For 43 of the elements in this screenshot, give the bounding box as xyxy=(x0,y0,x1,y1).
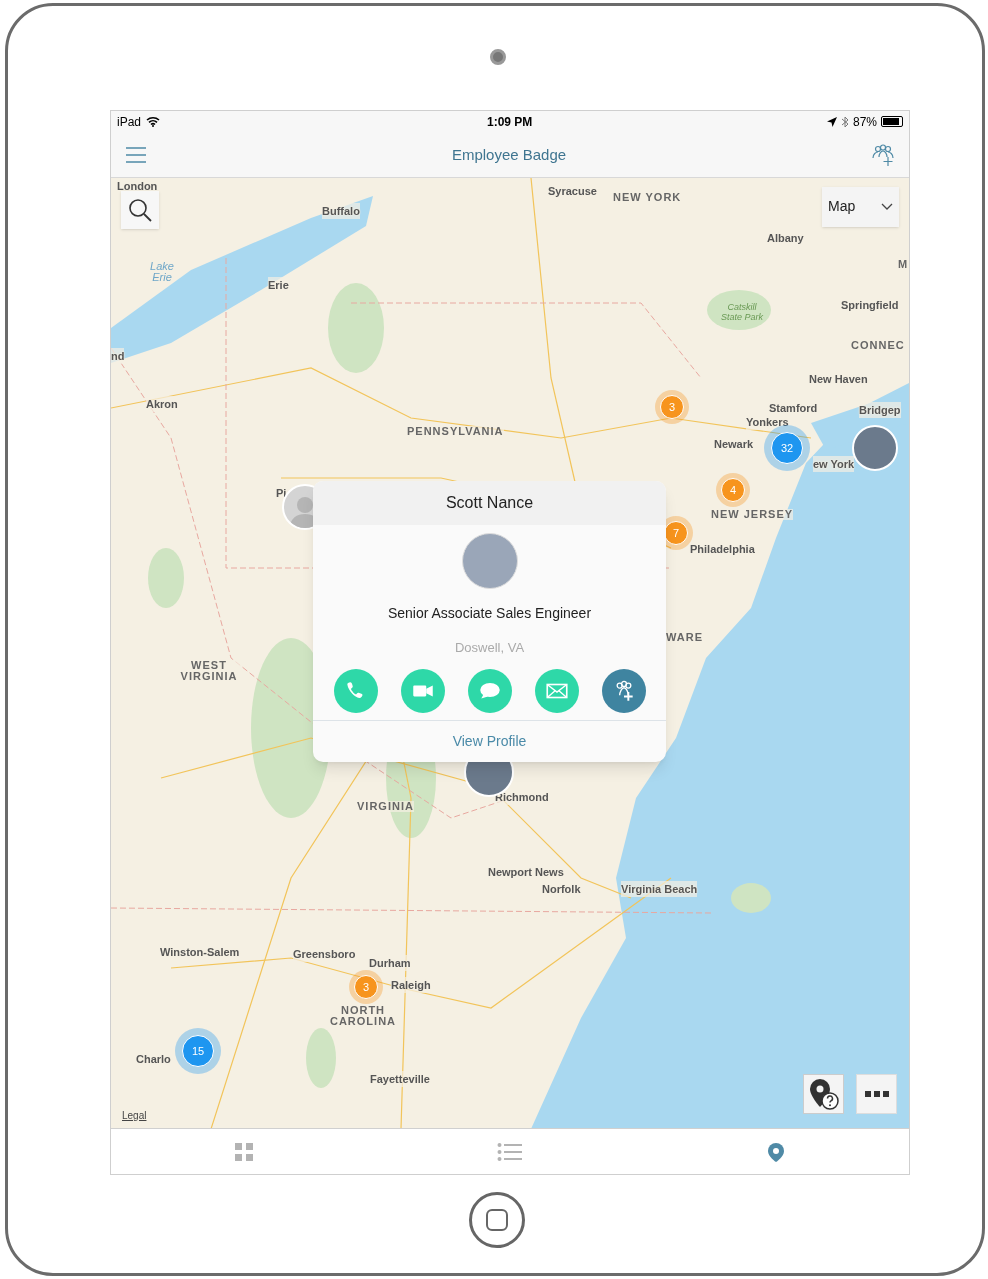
map-label: VIRGINIA xyxy=(357,800,414,812)
search-icon xyxy=(128,197,152,222)
map-label: NEW JERSEY xyxy=(711,508,794,520)
map-label: WARE xyxy=(666,631,703,643)
location-text: Doswell, VA xyxy=(454,638,525,657)
pin-question-icon xyxy=(807,1076,840,1111)
location-arrow-icon xyxy=(826,117,837,127)
battery-percent-text: 87% xyxy=(852,114,877,131)
cluster-marker[interactable]: 15 xyxy=(175,1027,221,1074)
bluetooth-icon xyxy=(840,116,849,128)
map-label: CONNEC xyxy=(851,339,905,351)
camera-icon xyxy=(490,49,506,65)
map-label: M xyxy=(898,258,909,270)
map-label: Lake Erie xyxy=(149,260,175,283)
map-label: NORTH CAROLINA xyxy=(328,1004,398,1027)
map-label: Catskill State Park xyxy=(720,301,764,322)
home-button[interactable] xyxy=(469,1192,525,1248)
cluster-marker[interactable]: 4 xyxy=(716,472,750,507)
map-label: PENNSYLVANIA xyxy=(407,425,504,437)
park-area xyxy=(306,1027,336,1088)
job-title: Senior Associate Sales Engineer xyxy=(387,603,592,623)
more-button[interactable] xyxy=(856,1073,897,1114)
map-label: WEST VIRGINIA xyxy=(177,659,241,682)
map-label: NEW YORK xyxy=(613,191,682,203)
view-profile-link[interactable]: View Profile xyxy=(452,721,527,763)
clock-text: 1:09 PM xyxy=(487,114,533,131)
carrier-text: iPad xyxy=(117,114,142,131)
park-area xyxy=(731,882,771,913)
wifi-icon xyxy=(146,116,161,128)
pin-help-button[interactable] xyxy=(803,1073,844,1114)
menu-icon[interactable] xyxy=(125,145,147,164)
map-type-dropdown[interactable]: Map xyxy=(822,186,899,227)
chevron-down-icon xyxy=(881,202,893,211)
park-area xyxy=(148,547,184,608)
more-icon xyxy=(864,1090,889,1097)
person-name: Scott Nance xyxy=(445,492,534,513)
cluster-marker[interactable]: 3 xyxy=(349,969,383,1004)
screen-title: Employee Badge xyxy=(451,144,567,165)
legal-link[interactable]: Legal xyxy=(122,1107,147,1123)
park-area xyxy=(707,289,771,330)
search-button[interactable] xyxy=(121,190,159,229)
cluster-marker[interactable]: 3 xyxy=(655,389,689,424)
add-group-icon[interactable] xyxy=(871,142,895,167)
